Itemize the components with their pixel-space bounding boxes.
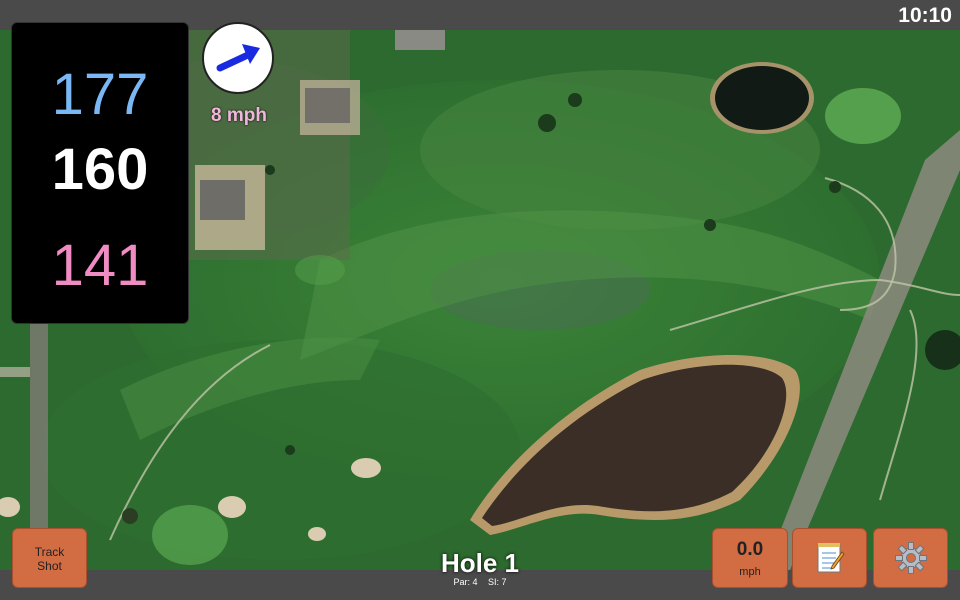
stroke-index-label: SI: 7 (488, 577, 507, 587)
track-shot-label-line2: Shot (37, 559, 62, 573)
front-distance: 141 (51, 233, 149, 298)
wind-speed: 8 mph (211, 105, 267, 126)
hole-title: Hole 1 (440, 548, 520, 578)
wind-indicator (202, 22, 274, 94)
hole-info: Par: 4 SI: 7 (380, 577, 580, 587)
notepad-icon (817, 543, 845, 573)
par-label: Par: 4 (453, 577, 478, 587)
speed-unit: mph (739, 566, 761, 578)
track-shot-button[interactable]: Track Shot (12, 528, 87, 588)
speed-button[interactable]: 0.0 mph (712, 528, 788, 588)
back-distance: 177 (51, 62, 149, 127)
wind-arrow-icon (216, 44, 260, 72)
middle-distance: 160 (51, 137, 149, 202)
notes-button[interactable] (792, 528, 867, 588)
track-shot-label-line1: Track (34, 545, 65, 559)
settings-button[interactable] (873, 528, 948, 588)
gear-icon (894, 542, 927, 574)
clock: 10:10 (898, 4, 952, 27)
distance-panel: 177 160 141 (11, 22, 189, 324)
speed-value: 0.0 (736, 539, 764, 560)
